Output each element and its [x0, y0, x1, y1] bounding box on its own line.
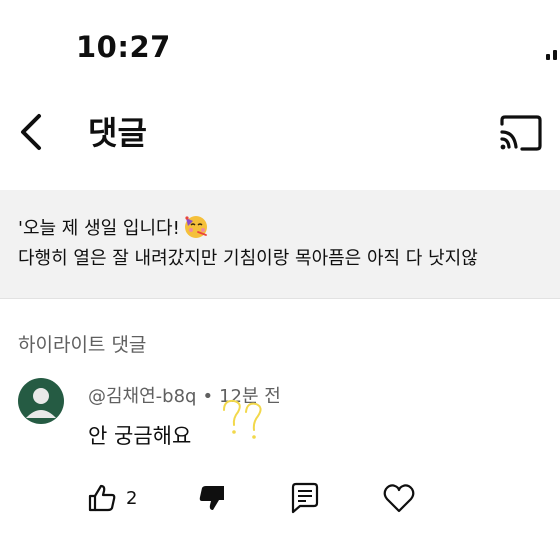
meta-separator: • — [202, 386, 214, 407]
like-count: 2 — [126, 487, 138, 509]
comment-item: @김채연-b8q • 12분 전 안 궁금해요 2 — [0, 370, 560, 550]
party-face-emoji-icon — [184, 216, 207, 238]
comment-actions: 2 — [86, 480, 526, 516]
back-button[interactable] — [14, 110, 50, 154]
comment-text: 안 궁금해요 — [88, 424, 192, 448]
question-marks-doodle-icon — [223, 399, 262, 439]
heart-icon — [383, 484, 415, 513]
section-title: 하이라이트 댓글 — [18, 334, 147, 356]
comment-author[interactable]: @김채연-b8q — [88, 386, 196, 407]
pinned-comment-line2: 다행히 열은 잘 내려갔지만 기침이랑 목아픔은 아직 다 낫지않 — [18, 248, 478, 269]
app-header: 댓글 — [0, 96, 560, 168]
like-button[interactable]: 2 — [86, 480, 137, 516]
pinned-comment[interactable]: '오늘 제 생일 입니다! 다행히 열은 잘 내려갔지만 기침이랑 목아픔은 아… — [0, 190, 560, 299]
status-bar: 10:27 — [0, 0, 560, 90]
thumbs-up-icon — [88, 484, 116, 512]
page-title: 댓글 — [88, 114, 147, 152]
thumbs-down-icon — [199, 486, 224, 510]
reply-button[interactable] — [288, 480, 322, 516]
avatar[interactable] — [18, 378, 64, 424]
heart-button[interactable] — [382, 480, 416, 516]
dislike-button[interactable] — [196, 480, 228, 516]
comment-icon — [291, 482, 319, 514]
signal-icon — [546, 46, 560, 60]
cast-icon — [500, 115, 542, 151]
status-time: 10:27 — [76, 30, 171, 64]
chevron-left-icon — [21, 114, 41, 150]
cast-button[interactable] — [498, 114, 544, 152]
pinned-comment-line1: '오늘 제 생일 입니다! — [18, 212, 210, 240]
default-avatar-icon — [26, 388, 56, 418]
